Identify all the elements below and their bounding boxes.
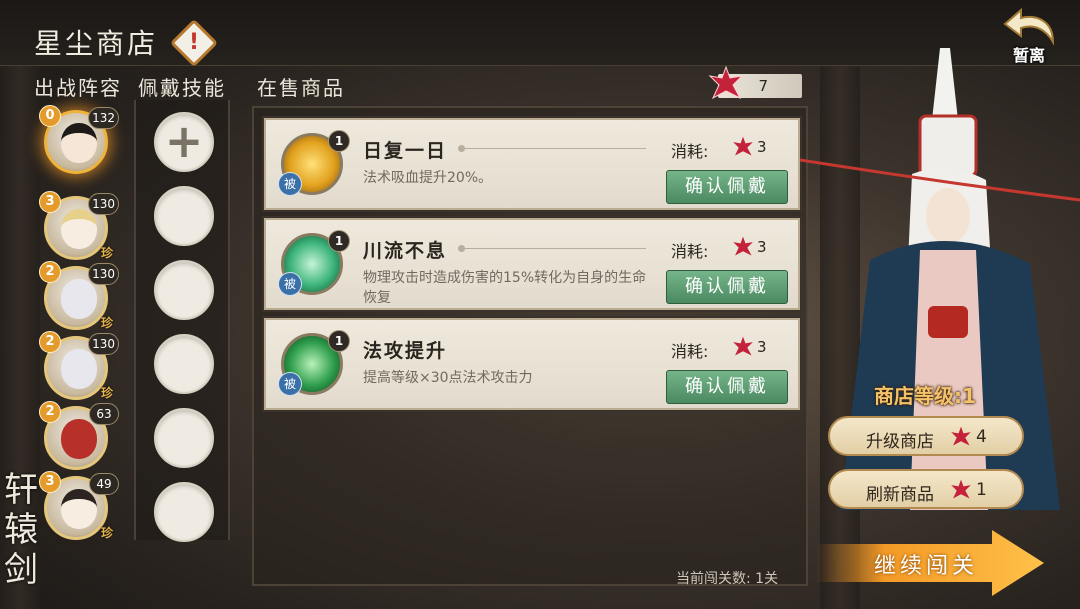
refresh-items-label: 刷新商品 — [866, 485, 934, 505]
skill-slot[interactable] — [154, 408, 214, 468]
shop-item-card: 1 被 川流不息 物理攻击时造成伤害的15%转化为自身的生命恢复 消耗: 3 确… — [264, 218, 800, 310]
page-title: 星尘商店 — [34, 27, 159, 60]
stage-progress: 当前闯关数: 1关 — [676, 571, 779, 587]
lineup-heading: 出战阵容 — [34, 76, 122, 100]
hero-avatar[interactable]: 2 130 珍 — [39, 261, 119, 330]
refresh-items-cost: 1 — [976, 480, 987, 500]
rare-badge: 珍 — [100, 386, 113, 400]
item-name: 法攻提升 — [363, 340, 448, 362]
item-description: 提高等级×30点法术攻击力 — [363, 370, 533, 386]
hero-portrait — [61, 349, 97, 389]
confirm-equip-button[interactable]: 确认佩戴 — [666, 170, 788, 204]
star-badge: 2 — [39, 401, 61, 423]
star-badge: 2 — [39, 331, 61, 353]
upgrade-shop-label: 升级商店 — [866, 432, 934, 452]
passive-badge: 被 — [278, 172, 302, 196]
hero-portrait — [61, 489, 97, 529]
add-skill-slot[interactable]: + — [154, 112, 214, 172]
plus-icon: + — [164, 114, 204, 168]
skills-heading: 佩戴技能 — [138, 76, 226, 100]
item-count-badge: 1 — [328, 230, 350, 252]
confirm-equip-button[interactable]: 确认佩戴 — [666, 270, 788, 304]
warning-icon: ! — [188, 30, 200, 55]
rare-badge: 珍 — [100, 526, 113, 540]
hero-avatar[interactable]: 0 132 — [39, 105, 119, 174]
star-badge: 2 — [39, 261, 61, 283]
passive-badge: 被 — [278, 272, 302, 296]
upgrade-shop-button[interactable]: 升级商店 4 — [828, 416, 1024, 456]
shop-level-label: 商店等级:1 — [874, 384, 976, 408]
cost-value: 3 — [757, 338, 767, 356]
hero-avatar[interactable]: 2 130 珍 — [39, 331, 119, 400]
refresh-items-button[interactable]: 刷新商品 1 — [828, 469, 1024, 509]
passive-badge: 被 — [278, 372, 302, 396]
red-crystal-icon — [733, 236, 753, 256]
red-crystal-icon — [951, 426, 971, 446]
item-description: 物理攻击时造成伤害的15%转化为自身的生命恢复 — [363, 270, 647, 306]
hero-portrait — [61, 419, 97, 459]
item-count-badge: 1 — [328, 130, 350, 152]
shop-item-list: 1 被 日复一日 法术吸血提升20%。 消耗: 3 确认佩戴 1 被 川流不息 … — [252, 106, 808, 586]
shop-item-card: 1 被 法攻提升 提高等级×30点法术攻击力 消耗: 3 确认佩戴 — [264, 318, 800, 410]
item-name: 川流不息 — [363, 240, 448, 262]
skill-slot[interactable] — [154, 334, 214, 394]
skill-slot[interactable] — [154, 186, 214, 246]
level-badge: 49 — [89, 473, 119, 495]
hero-avatar[interactable]: 3 49 珍 — [39, 471, 119, 540]
level-badge: 63 — [89, 403, 119, 425]
currency-display: 7 — [708, 66, 802, 100]
red-crystal-icon — [733, 136, 753, 156]
cost-label: 消耗: — [671, 142, 709, 161]
hero-avatar[interactable]: 3 130 珍 — [39, 191, 119, 260]
continue-button[interactable]: 继续闯关 — [816, 528, 1048, 598]
item-description: 法术吸血提升20%。 — [363, 170, 493, 186]
water-flow-skill-icon: 1 被 — [278, 230, 350, 296]
divider — [458, 245, 646, 252]
cost-value: 3 — [757, 238, 767, 256]
skill-slot[interactable] — [154, 260, 214, 320]
currency-amount: 7 — [758, 77, 768, 95]
level-badge: 130 — [88, 263, 119, 285]
magic-attack-skill-icon: 1 被 — [278, 330, 350, 396]
shop-item-card: 1 被 日复一日 法术吸血提升20%。 消耗: 3 确认佩戴 — [264, 118, 800, 210]
star-badge: 3 — [39, 191, 61, 213]
info-button[interactable]: ! — [169, 18, 219, 68]
red-crystal-icon — [951, 479, 971, 499]
level-badge: 132 — [88, 107, 119, 129]
continue-label: 继续闯关 — [874, 554, 979, 579]
hero-portrait — [61, 209, 97, 249]
divider — [458, 145, 646, 152]
rare-badge: 珍 — [100, 246, 113, 260]
hero-avatar[interactable]: 2 63 — [39, 401, 119, 470]
skill-slot[interactable] — [154, 482, 214, 542]
game-logo: 轩辕剑 — [4, 470, 38, 590]
cost-label: 消耗: — [671, 242, 709, 261]
shop-heading: 在售商品 — [257, 76, 345, 100]
cost-value: 3 — [757, 138, 767, 156]
sun-heart-skill-icon: 1 被 — [278, 130, 350, 196]
cost-label: 消耗: — [671, 342, 709, 361]
upgrade-shop-cost: 4 — [976, 427, 987, 447]
confirm-equip-button[interactable]: 确认佩戴 — [666, 370, 788, 404]
level-badge: 130 — [88, 333, 119, 355]
skill-slots-column: + — [134, 100, 230, 542]
red-crystal-icon — [733, 336, 753, 356]
hero-portrait — [61, 123, 97, 163]
level-badge: 130 — [88, 193, 119, 215]
star-badge: 0 — [39, 105, 61, 127]
red-crystal-icon — [708, 66, 744, 100]
hero-portrait — [61, 279, 97, 319]
item-count-badge: 1 — [328, 330, 350, 352]
item-name: 日复一日 — [363, 140, 448, 162]
rare-badge: 珍 — [100, 316, 113, 330]
